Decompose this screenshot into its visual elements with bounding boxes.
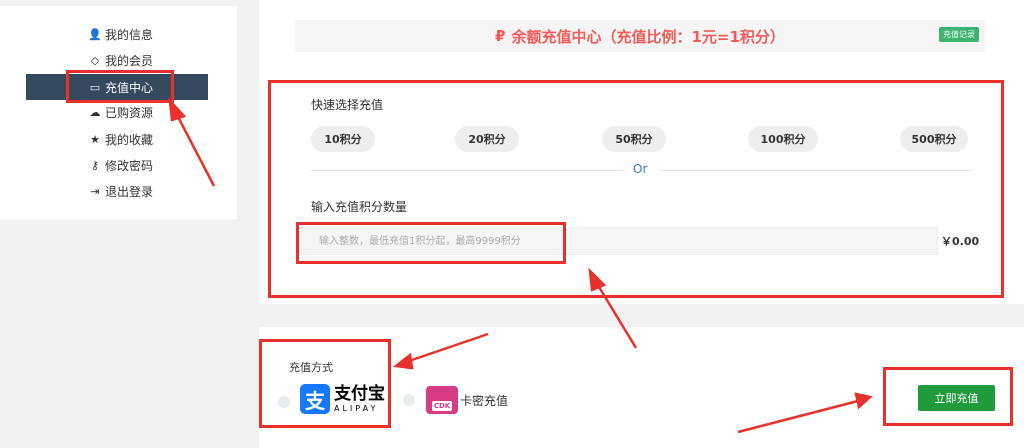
sidebar-item-label: 我的会员 bbox=[105, 53, 154, 68]
recharge-banner: ₽ 余额充值中心（充值比例：1元=1积分） 充值记录 bbox=[295, 20, 985, 52]
cdk-icon[interactable]: CDK bbox=[426, 386, 458, 414]
sidebar-item-my-info[interactable]: 👤 我的信息 bbox=[26, 21, 208, 47]
sidebar-item-favorites[interactable]: ★ 我的收藏 bbox=[26, 126, 208, 152]
star-icon: ★ bbox=[90, 132, 100, 146]
annotation-box-submit bbox=[883, 367, 1013, 426]
logout-icon: ⇥ bbox=[90, 184, 100, 198]
key-icon: ⚷ bbox=[90, 158, 100, 172]
sidebar-item-label: 我的信息 bbox=[105, 27, 154, 42]
diamond-icon: ◇ bbox=[90, 53, 100, 67]
sidebar-item-logout[interactable]: ⇥ 退出登录 bbox=[26, 178, 208, 204]
annotation-box-sidebar bbox=[66, 70, 174, 103]
cloud-download-icon: ☁ bbox=[89, 105, 101, 119]
page-title: ₽ 余额充值中心（充值比例：1元=1积分） bbox=[495, 26, 785, 47]
sidebar-item-label: 已购资源 bbox=[105, 105, 154, 120]
cdk-option-label[interactable]: 卡密充值 bbox=[460, 392, 508, 409]
points-icon: ₽ bbox=[495, 27, 506, 45]
annotation-box-payment bbox=[259, 339, 391, 428]
sidebar-item-label: 我的收藏 bbox=[105, 132, 154, 147]
cdk-badge-text: CDK bbox=[431, 401, 453, 411]
sidebar-item-password[interactable]: ⚷ 修改密码 bbox=[26, 152, 208, 178]
user-icon: 👤 bbox=[88, 27, 102, 41]
sidebar-item-label: 退出登录 bbox=[105, 184, 154, 199]
cdk-radio[interactable] bbox=[403, 394, 415, 406]
sidebar-item-label: 修改密码 bbox=[105, 158, 154, 173]
annotation-box-amount bbox=[268, 80, 1004, 298]
annotation-box-input bbox=[296, 222, 566, 264]
recharge-history-button[interactable]: 充值记录 bbox=[939, 27, 979, 42]
banner-title-text: 余额充值中心（充值比例：1元=1积分） bbox=[511, 27, 785, 46]
